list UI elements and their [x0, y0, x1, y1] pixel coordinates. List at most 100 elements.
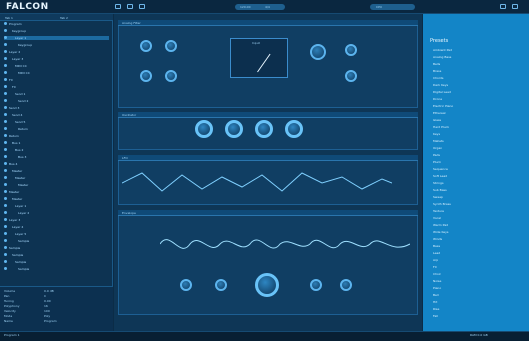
- tree-item[interactable]: Send 1: [4, 92, 109, 96]
- tree-item[interactable]: Layer 4: [4, 225, 109, 229]
- preset-item[interactable]: Vocal: [433, 216, 523, 221]
- property-value[interactable]: 0.0 dB: [44, 289, 54, 293]
- tree-item[interactable]: FX: [4, 85, 109, 89]
- property-value[interactable]: 0.00: [44, 299, 51, 303]
- preset-item[interactable]: Arp: [433, 258, 523, 263]
- settings-icon[interactable]: [500, 4, 506, 9]
- preset-item[interactable]: Sub Bass: [433, 188, 523, 193]
- preset-item[interactable]: Synth Brass: [433, 202, 523, 207]
- tree-item[interactable]: Sample: [4, 246, 109, 250]
- preset-item[interactable]: Rise: [433, 307, 523, 312]
- resonance-knob[interactable]: [165, 40, 177, 52]
- property-value[interactable]: C: [44, 294, 46, 298]
- preset-item[interactable]: Analog Bass: [433, 55, 523, 60]
- preset-item[interactable]: Mallets: [433, 139, 523, 144]
- tree-item[interactable]: Master: [4, 176, 109, 180]
- preset-item[interactable]: Brass: [433, 69, 523, 74]
- tree-item[interactable]: Sample: [4, 267, 109, 271]
- tree-item[interactable]: Master: [4, 169, 109, 173]
- preset-item[interactable]: Bell: [433, 293, 523, 298]
- tree-item[interactable]: MIDI CC: [4, 64, 109, 68]
- tree-item[interactable]: Keygroup: [4, 43, 109, 47]
- tree-item[interactable]: FX: [4, 78, 109, 82]
- tree-item[interactable]: Keygroup: [4, 29, 109, 33]
- tree-item[interactable]: Layer 1: [4, 204, 109, 208]
- tree-item[interactable]: Master: [4, 190, 109, 194]
- tree-item[interactable]: Bus 1: [4, 141, 109, 145]
- property-value[interactable]: Program: [44, 319, 57, 323]
- preset-item[interactable]: Warm Pad: [433, 223, 523, 228]
- tree-item[interactable]: Return: [4, 127, 109, 131]
- preset-item[interactable]: Noise: [433, 279, 523, 284]
- tree-item[interactable]: Master: [4, 197, 109, 201]
- osc-knob-2[interactable]: [225, 120, 243, 138]
- tree-item[interactable]: MIDI CC: [4, 71, 109, 75]
- preset-item[interactable]: Winds: [433, 237, 523, 242]
- preset-item[interactable]: Bells: [433, 62, 523, 67]
- preset-item[interactable]: Strings: [433, 181, 523, 186]
- preset-item[interactable]: Pads: [433, 153, 523, 158]
- property-value[interactable]: 100: [44, 309, 50, 313]
- preset-item[interactable]: Drone: [433, 97, 523, 102]
- sample-waveform[interactable]: [160, 224, 410, 264]
- tree-item[interactable]: Layer 2: [4, 50, 109, 54]
- osc-knob-3[interactable]: [255, 120, 273, 138]
- tree-item[interactable]: Send 3: [4, 106, 109, 110]
- release-knob[interactable]: [340, 279, 352, 291]
- tree-item[interactable]: Sample: [4, 253, 109, 257]
- tree-item[interactable]: Send 5: [4, 120, 109, 124]
- mix-knob[interactable]: [165, 70, 177, 82]
- preset-item[interactable]: Ambient Pad: [433, 48, 523, 53]
- preset-item[interactable]: Texture: [433, 209, 523, 214]
- tree-item[interactable]: Layer 3: [4, 57, 109, 61]
- preset-item[interactable]: Glass: [433, 118, 523, 123]
- tree-item[interactable]: Layer 1: [4, 36, 109, 40]
- preset-item[interactable]: Fall: [433, 314, 523, 319]
- preset-item[interactable]: FX: [433, 265, 523, 270]
- main-envelope-knob[interactable]: [255, 273, 279, 297]
- preset-item[interactable]: Sequence: [433, 167, 523, 172]
- width-knob[interactable]: [345, 70, 357, 82]
- preset-item[interactable]: Sweep: [433, 195, 523, 200]
- tree-item[interactable]: Bus 3: [4, 155, 109, 159]
- tree-item[interactable]: Sample: [4, 260, 109, 264]
- preset-item[interactable]: Pluck: [433, 160, 523, 165]
- left-tab-1[interactable]: Tab 1: [5, 16, 13, 20]
- preset-item[interactable]: Lead: [433, 251, 523, 256]
- preset-item[interactable]: Chords: [433, 76, 523, 81]
- preset-item[interactable]: Organ: [433, 146, 523, 151]
- preset-item[interactable]: Soft Lead: [433, 174, 523, 179]
- tree-item[interactable]: Layer 2: [4, 211, 109, 215]
- folder-icon[interactable]: [139, 4, 145, 9]
- preset-item[interactable]: Keys: [433, 132, 523, 137]
- tree-item[interactable]: Return: [4, 134, 109, 138]
- preset-item[interactable]: Hard Pluck: [433, 125, 523, 130]
- decay-knob[interactable]: [215, 279, 227, 291]
- close-icon[interactable]: [512, 4, 518, 9]
- tree-item[interactable]: Sample: [4, 239, 109, 243]
- preset-item[interactable]: Bass: [433, 244, 523, 249]
- tree-item[interactable]: Send 2: [4, 99, 109, 103]
- left-tab-2[interactable]: Tab 2: [60, 16, 68, 20]
- tree-item[interactable]: Master: [4, 183, 109, 187]
- tree-item[interactable]: Send 4: [4, 113, 109, 117]
- cutoff-knob[interactable]: [140, 40, 152, 52]
- tree-item[interactable]: Program: [4, 22, 109, 26]
- menu-icon[interactable]: [115, 4, 121, 9]
- gain-knob[interactable]: [345, 44, 357, 56]
- osc-knob-1[interactable]: [195, 120, 213, 138]
- property-value[interactable]: 16: [44, 304, 48, 308]
- tree-item[interactable]: Layer 3: [4, 218, 109, 222]
- drive-knob[interactable]: [140, 70, 152, 82]
- undo-icon[interactable]: [127, 4, 133, 9]
- preset-item[interactable]: Electric Piano: [433, 104, 523, 109]
- property-value[interactable]: Poly: [44, 314, 50, 318]
- preset-item[interactable]: Choir: [433, 272, 523, 277]
- preset-item[interactable]: Hit: [433, 300, 523, 305]
- preset-item[interactable]: Piano: [433, 286, 523, 291]
- preset-item[interactable]: Digital Lead: [433, 90, 523, 95]
- tree-item[interactable]: Bus 4: [4, 162, 109, 166]
- output-knob[interactable]: [310, 44, 326, 60]
- tree-item[interactable]: Layer 5: [4, 232, 109, 236]
- tree-item[interactable]: Bus 2: [4, 148, 109, 152]
